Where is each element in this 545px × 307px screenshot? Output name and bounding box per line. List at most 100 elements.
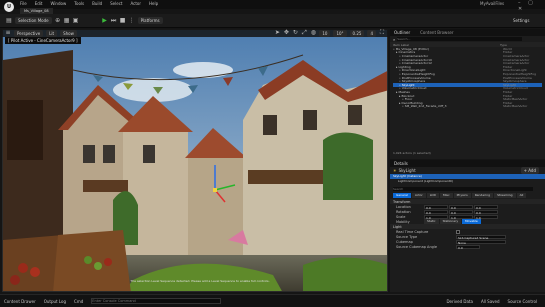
category-tab[interactable]: Rendering (471, 193, 494, 198)
realtime-checkbox[interactable] (456, 229, 460, 234)
unreal-logo-icon[interactable]: U (4, 2, 14, 12)
window-controls[interactable]: – ▢ ✕ (518, 0, 545, 12)
viewport-scene (3, 30, 387, 291)
details-search-input[interactable] (393, 186, 533, 192)
scale-z[interactable]: 1.0 (474, 214, 498, 220)
world-local-icon[interactable]: ◍ (310, 30, 316, 36)
col-item-label[interactable]: Item Label (393, 43, 409, 47)
perspective-dropdown[interactable]: Perspective (14, 29, 44, 37)
category-tab[interactable]: LOD (426, 193, 439, 198)
show-dropdown[interactable]: Show (60, 29, 77, 37)
scale-tool-icon[interactable]: ⤢ (301, 30, 307, 36)
category-tab[interactable]: All (516, 193, 527, 198)
cmd-dropdown[interactable]: Cmd (74, 299, 83, 304)
angle-snap-value[interactable]: 10° (333, 29, 347, 37)
platforms-dropdown[interactable]: Platforms (137, 17, 163, 24)
scale-label: Scale (396, 214, 406, 219)
selection-mode-dropdown[interactable]: Selection Mode (15, 17, 52, 24)
select-tool-icon[interactable]: ➤ (274, 30, 280, 36)
maximize-icon[interactable]: ⛶ (379, 30, 385, 36)
mobility-label: Mobility (396, 219, 410, 224)
title-bar: U File Edit Window Tools Build Select Actor Hel… (0, 0, 545, 12)
location-x[interactable]: 0.0 (424, 204, 448, 210)
menu-bar: File Edit Window Tools Build Select Actor Help (20, 1, 166, 6)
category-tab[interactable]: General (393, 193, 411, 198)
component-child[interactable]: LightComponent (LightComponent0) (390, 179, 545, 184)
menu-edit[interactable]: Edit (35, 1, 43, 6)
menu-select[interactable]: Select (110, 1, 122, 6)
settings-button[interactable]: Settings (513, 18, 529, 23)
camera-speed-value[interactable]: 4 (367, 29, 376, 37)
stop-icon[interactable]: ■ (120, 17, 126, 24)
content-drawer-button[interactable]: Content Drawer (4, 299, 36, 304)
create-icon[interactable]: ⊕ (55, 17, 61, 24)
move-tool-icon[interactable]: ✥ (283, 30, 289, 36)
outliner-row[interactable]: • SM_Wall_2nd_Facade_cliff_3 StaticMeshAct… (393, 105, 542, 109)
viewport-menu-icon[interactable]: ≡ (5, 30, 11, 36)
add-component-button[interactable]: + Add (520, 167, 539, 174)
all-saved-button[interactable]: All Saved (481, 299, 500, 304)
category-tab[interactable]: Physics (453, 193, 471, 198)
pilot-active-label: [ Pilot Active - CineCameraActor9 ] (5, 37, 81, 44)
cubemap-angle-row: Source Cubemap Angle 0.0 (390, 244, 545, 250)
realtime-label: Real Time Capture (396, 229, 429, 234)
scale-y[interactable]: 1.0 (449, 214, 473, 220)
output-log-button[interactable]: Output Log (44, 299, 66, 304)
outliner-panel: Outliner Content Browser ⌕ Item Label Ty… (390, 29, 545, 159)
console-input[interactable] (91, 298, 222, 304)
rotation-z[interactable]: 0.0 (474, 209, 498, 215)
cubemap-picker[interactable]: None (456, 239, 506, 245)
tab-outliner[interactable]: Outliner (394, 30, 410, 35)
menu-help[interactable]: Help (149, 1, 158, 6)
step-icon[interactable]: ⏭ (111, 17, 117, 24)
mobility-movable[interactable]: Movable (462, 219, 481, 224)
details-actor-row: ☀ SkyLight + Add (390, 167, 545, 174)
actor-name[interactable]: SkyLight (399, 168, 521, 173)
category-tab[interactable]: Streaming (494, 193, 516, 198)
blueprint-icon[interactable]: ▦ (64, 17, 70, 24)
rotation-label: Rotation (396, 209, 411, 214)
lit-dropdown[interactable]: Lit (46, 29, 58, 37)
project-name: MyAvailFiles (480, 1, 505, 6)
location-y[interactable]: 0.0 (449, 204, 473, 210)
pilot-banner: [ Pilot Active - CineCameraActor9 ] (5, 37, 81, 46)
save-icon[interactable]: ▤ (6, 17, 12, 24)
rotate-tool-icon[interactable]: ↻ (292, 30, 298, 36)
skylight-icon: ☀ (393, 168, 397, 173)
location-z[interactable]: 0.0 (474, 204, 498, 210)
scale-x[interactable]: 1.0 (424, 214, 448, 220)
source-type-dropdown[interactable]: SLS Captured Scene (456, 234, 506, 240)
category-tab[interactable]: Actor (411, 193, 426, 198)
outliner-tree: • Ms_Village_08 (Editor) World ▸ Cinematics F… (390, 47, 545, 108)
mobility-static[interactable]: Static (424, 219, 439, 224)
sequencer-icon[interactable]: ▣ (73, 17, 79, 24)
cubemap-angle-value[interactable]: 0.0 (456, 244, 480, 250)
cubemap-label: Cubemap (396, 239, 413, 244)
menu-window[interactable]: Window (50, 1, 66, 6)
outliner-row-label: SM_Wall_2nd_Facade_cliff_3 (404, 104, 447, 109)
tab-content-browser[interactable]: Content Browser (420, 30, 453, 35)
col-type[interactable]: Type (500, 43, 507, 47)
play-options-icon[interactable]: ⋮ (129, 17, 135, 24)
source-control-button[interactable]: Source Control (508, 299, 537, 304)
play-icon[interactable]: ▶ (102, 17, 108, 24)
status-bar: Content Drawer Output Log Cmd Derived Da… (0, 294, 545, 307)
tab-details[interactable]: Details (390, 160, 545, 167)
location-label: Location (396, 204, 411, 209)
category-tab[interactable]: Misc (439, 193, 453, 198)
derived-data-button[interactable]: Derived Data (446, 299, 473, 304)
rotation-y[interactable]: 0.0 (449, 209, 473, 215)
rotation-x[interactable]: 0.0 (424, 209, 448, 215)
menu-tools[interactable]: Tools (74, 1, 84, 6)
details-search-row (390, 186, 545, 192)
outliner-status: 1,024 actors (1 selected) (393, 151, 431, 155)
menu-actor[interactable]: Actor (130, 1, 141, 6)
menu-build[interactable]: Build (92, 1, 102, 6)
menu-file[interactable]: File (20, 1, 27, 6)
grid-snap-value[interactable]: 10 (319, 29, 331, 37)
actor-icon: • (402, 104, 404, 109)
outliner-search-input[interactable] (397, 36, 523, 42)
level-viewport[interactable] (2, 29, 388, 292)
mobility-stationary[interactable]: Stationary (439, 219, 462, 224)
scale-snap-value[interactable]: 0.25 (349, 29, 365, 37)
